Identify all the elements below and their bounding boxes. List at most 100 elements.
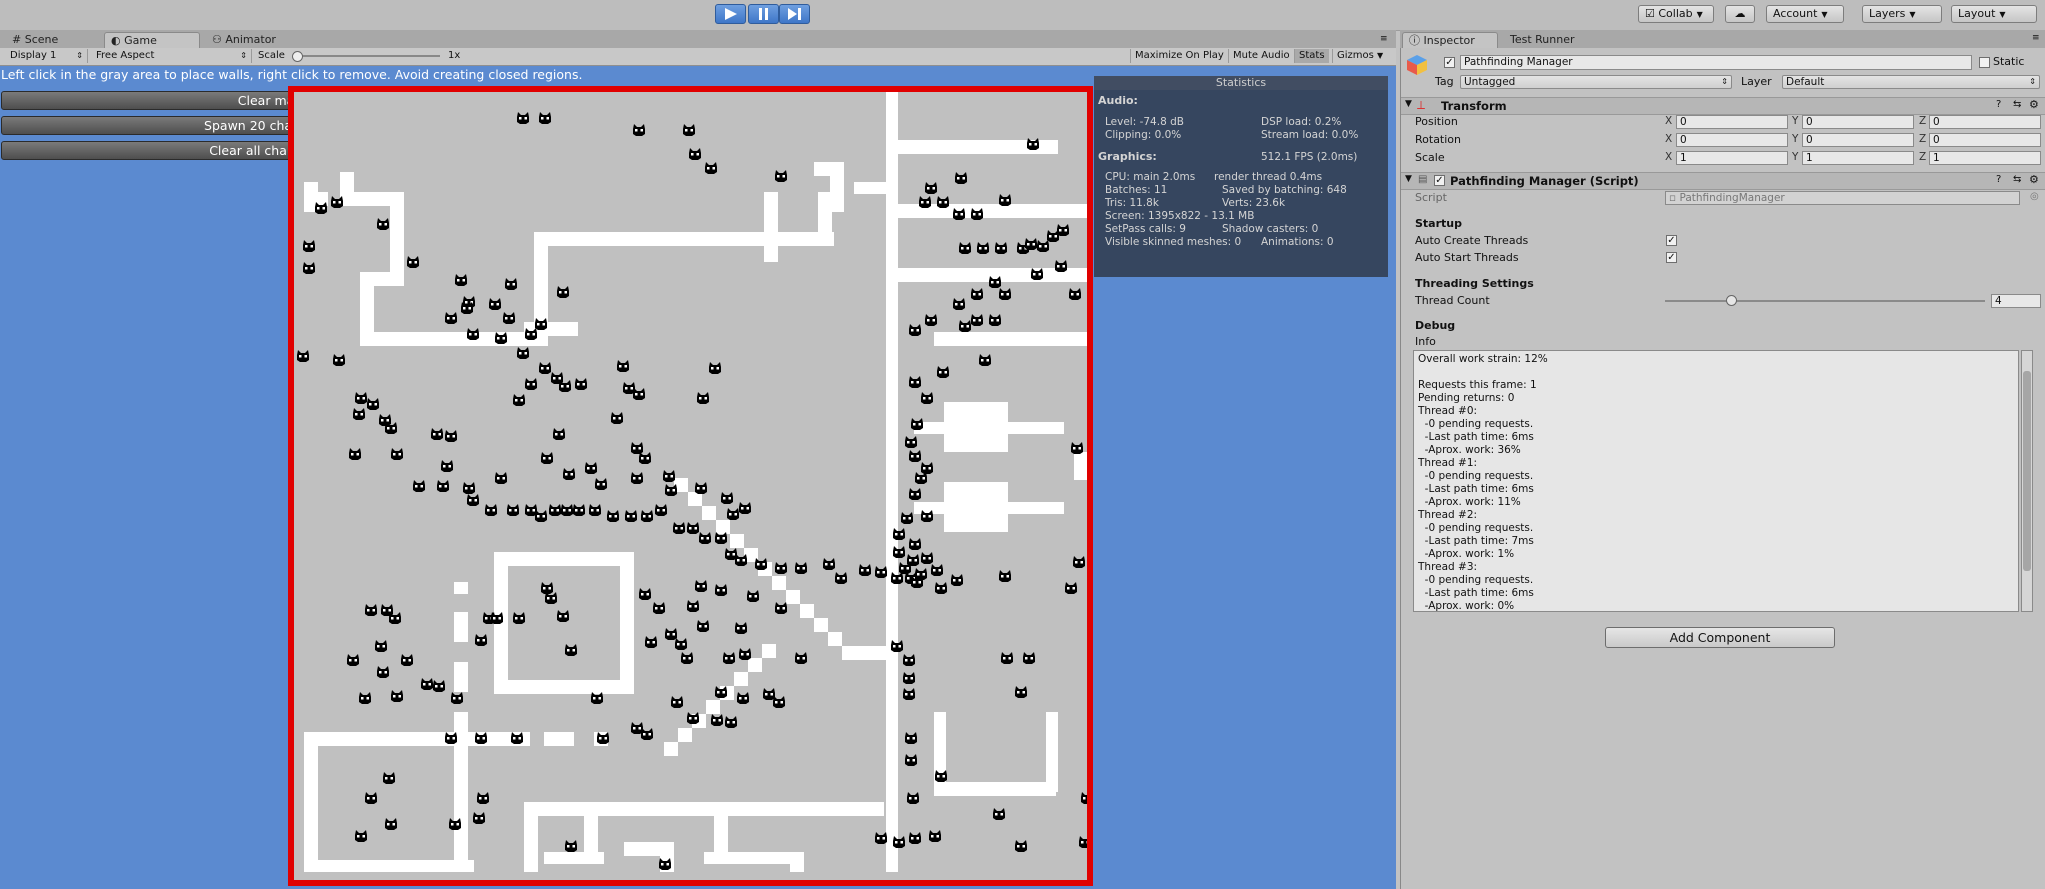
character-sprite — [735, 622, 747, 634]
character-sprite — [383, 772, 395, 784]
debug-info-scrollbar[interactable] — [2021, 350, 2033, 612]
character-sprite — [379, 414, 391, 426]
scrollbar-thumb[interactable] — [2023, 371, 2031, 571]
map-canvas[interactable] — [294, 92, 1087, 880]
dropdown-arrow-icon: ⇕ — [1721, 77, 1728, 86]
foldout-arrow-icon[interactable]: ▼ — [1405, 99, 1412, 109]
pause-button[interactable] — [748, 4, 779, 24]
character-sprite — [937, 366, 949, 378]
scale-y-field[interactable]: 1 — [1802, 151, 1914, 165]
character-sprite — [795, 562, 807, 574]
scale-x-field[interactable]: 1 — [1676, 151, 1788, 165]
character-sprite — [303, 262, 315, 274]
character-sprite — [737, 692, 749, 704]
character-sprite — [475, 634, 487, 646]
active-checkbox[interactable]: ✓ — [1444, 57, 1455, 68]
script-file-icon: ▫ — [1669, 192, 1677, 204]
character-sprite — [971, 314, 983, 326]
layout-dropdown[interactable]: Layout ▼ — [1951, 5, 2037, 23]
static-checkbox[interactable] — [1979, 57, 1990, 68]
settings-gear-icon[interactable]: ⚙ — [2029, 173, 2039, 186]
add-component-button[interactable]: Add Component — [1605, 627, 1835, 648]
collab-dropdown[interactable]: ☑ Collab ▼ — [1638, 5, 1714, 23]
scale-label: Scale — [258, 50, 285, 61]
character-sprite — [377, 666, 389, 678]
tab-scene[interactable]: # Scene — [6, 32, 64, 48]
cloud-button[interactable]: ☁ — [1725, 5, 1755, 23]
display-select[interactable]: Display 1 ⇕ — [6, 49, 88, 63]
rotation-z-field[interactable]: 0 — [1929, 133, 2041, 147]
tag-select[interactable]: Untagged ⇕ — [1460, 75, 1732, 89]
stats-button[interactable]: Stats — [1294, 49, 1329, 63]
character-sprite — [775, 602, 787, 614]
statistics-overlay: Statistics Audio: Level: -74.8 dB DSP lo… — [1094, 76, 1388, 277]
position-z-field[interactable]: 0 — [1929, 115, 2041, 129]
character-sprite — [959, 320, 971, 332]
character-sprite — [1015, 840, 1027, 852]
stat-stream-load: Stream load: 0.0% — [1261, 129, 1359, 141]
character-sprite — [565, 840, 577, 852]
object-name-field[interactable]: Pathfinding Manager — [1460, 55, 1972, 70]
account-dropdown[interactable]: Account ▼ — [1766, 5, 1844, 23]
position-y-field[interactable]: 0 — [1802, 115, 1914, 129]
transform-icon: ⟂ — [1417, 98, 1426, 112]
panel-menu-icon[interactable]: ≡ — [2032, 33, 2040, 43]
pathfinding-map[interactable] — [288, 86, 1093, 886]
transform-header[interactable]: ▼ ⟂ Transform ? ⇆ ⚙ — [1401, 97, 2045, 115]
check-icon: ☑ — [1645, 7, 1655, 20]
character-sprite — [455, 274, 467, 286]
character-sprite — [673, 522, 685, 534]
thread-count-field[interactable]: 4 — [1991, 294, 2041, 308]
panel-menu-icon[interactable]: ≡ — [1380, 34, 1388, 44]
preset-icon[interactable]: ⇆ — [2013, 99, 2021, 110]
auto-start-checkbox[interactable]: ✓ — [1666, 252, 1677, 263]
step-button[interactable] — [779, 4, 810, 24]
character-sprite — [565, 644, 577, 656]
scale-slider-track[interactable] — [294, 55, 440, 57]
position-x-field[interactable]: 0 — [1676, 115, 1788, 129]
character-sprite — [539, 112, 551, 124]
settings-gear-icon[interactable]: ⚙ — [2029, 98, 2039, 111]
character-sprite — [989, 314, 1001, 326]
gizmos-dropdown[interactable]: Gizmos ▼ — [1332, 49, 1392, 63]
layer-select[interactable]: Default ⇕ — [1782, 75, 2040, 89]
help-icon[interactable]: ? — [1996, 99, 2001, 110]
tab-game[interactable]: ◐ Game — [104, 32, 200, 48]
scale-slider-handle[interactable] — [292, 51, 303, 62]
layers-dropdown[interactable]: Layers ▼ — [1862, 5, 1942, 23]
help-icon[interactable]: ? — [1996, 174, 2001, 185]
character-sprite — [921, 462, 933, 474]
character-sprite — [559, 380, 571, 392]
character-sprite — [557, 610, 569, 622]
maximize-on-play-button[interactable]: Maximize On Play — [1130, 49, 1228, 63]
component-enabled-checkbox[interactable]: ✓ — [1434, 175, 1445, 186]
auto-create-checkbox[interactable]: ✓ — [1666, 235, 1677, 246]
character-sprite — [999, 288, 1011, 300]
tab-test-runner[interactable]: Test Runner — [1504, 32, 1581, 48]
stat-fps: 512.1 FPS (2.0ms) — [1261, 151, 1358, 163]
character-sprite — [653, 602, 665, 614]
aspect-select[interactable]: Free Aspect ⇕ — [92, 49, 252, 63]
tab-inspector[interactable]: ⓘ Inspector — [1402, 32, 1498, 48]
character-sprite — [1025, 238, 1037, 250]
character-sprite — [937, 196, 949, 208]
object-picker-icon[interactable]: ◎ — [2030, 191, 2039, 202]
character-sprite — [513, 612, 525, 624]
stat-screen: Screen: 1395x822 - 13.1 MB — [1105, 210, 1255, 222]
character-sprite — [909, 324, 921, 336]
scale-z-field[interactable]: 1 — [1929, 151, 2041, 165]
tab-animator[interactable]: ⚇ Animator — [206, 32, 282, 48]
debug-info-textarea[interactable]: Overall work strain: 12% Requests this f… — [1413, 350, 2019, 612]
thread-count-slider-track[interactable] — [1665, 300, 1985, 302]
play-button[interactable] — [715, 4, 746, 24]
script-component-header[interactable]: ▼ ▤ ✓ Pathfinding Manager (Script) ? ⇆ ⚙ — [1401, 172, 2045, 190]
character-sprite — [639, 452, 651, 464]
foldout-arrow-icon[interactable]: ▼ — [1405, 174, 1412, 184]
graphics-header: Graphics: — [1098, 150, 1157, 163]
rotation-x-field[interactable]: 0 — [1676, 133, 1788, 147]
preset-icon[interactable]: ⇆ — [2013, 174, 2021, 185]
character-sprite — [561, 504, 573, 516]
mute-audio-button[interactable]: Mute Audio — [1228, 49, 1294, 63]
rotation-y-field[interactable]: 0 — [1802, 133, 1914, 147]
thread-count-slider-handle[interactable] — [1726, 295, 1737, 306]
